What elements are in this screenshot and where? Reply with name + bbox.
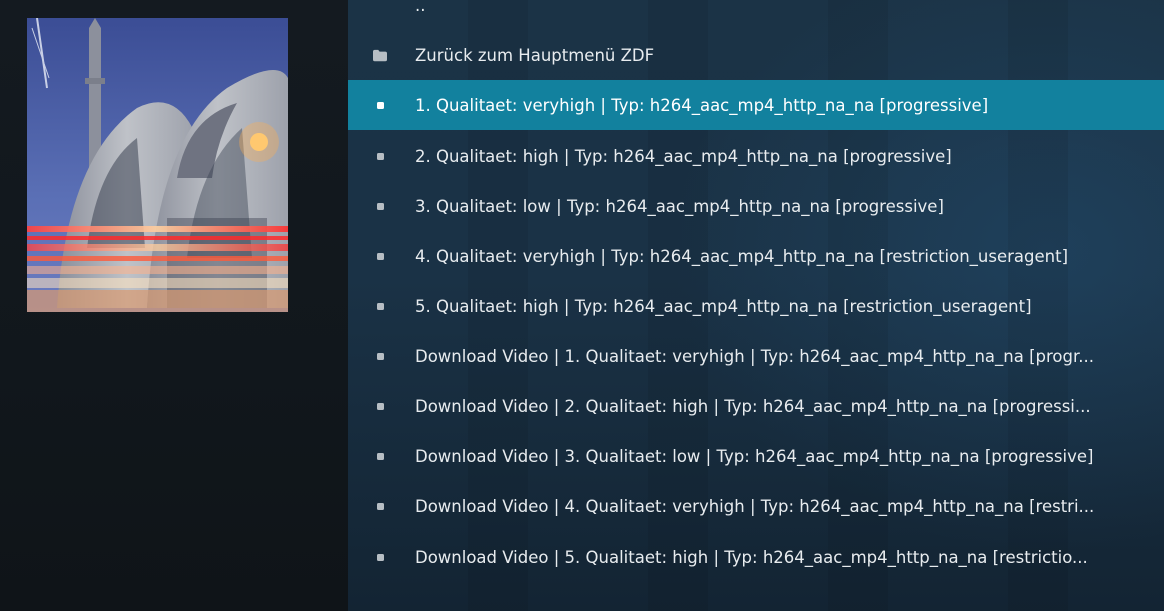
list-item-label: 4. Qualitaet: veryhigh | Typ: h264_aac_m… (415, 246, 1069, 266)
bullet-icon (373, 399, 387, 413)
bullet-icon (373, 449, 387, 463)
list-item-label: Download Video | 2. Qualitaet: high | Ty… (415, 396, 1091, 416)
list-item-download-4[interactable]: Download Video | 4. Qualitaet: veryhigh … (348, 481, 1164, 531)
thumbnail-image (27, 18, 288, 312)
list-item-quality-3[interactable]: 3. Qualitaet: low | Typ: h264_aac_mp4_ht… (348, 181, 1164, 231)
bullet-icon (373, 98, 387, 112)
bullet-icon (373, 149, 387, 163)
list-item-download-3[interactable]: Download Video | 3. Qualitaet: low | Typ… (348, 431, 1164, 481)
bullet-icon (373, 499, 387, 513)
bullet-icon (373, 349, 387, 363)
bullet-icon (373, 199, 387, 213)
list-item-download-5[interactable]: Download Video | 5. Qualitaet: high | Ty… (348, 532, 1164, 582)
list-item-parent[interactable]: .. (348, 0, 1164, 30)
file-list: .. Zurück zum Hauptmenü ZDF 1. Qualitaet… (348, 0, 1164, 611)
bullet-icon (373, 299, 387, 313)
list-item-back-to-main-menu[interactable]: Zurück zum Hauptmenü ZDF (348, 30, 1164, 80)
list-item-label: Zurück zum Hauptmenü ZDF (415, 45, 655, 65)
list-item-quality-1[interactable]: 1. Qualitaet: veryhigh | Typ: h264_aac_m… (348, 80, 1164, 130)
bullet-icon (373, 249, 387, 263)
list-item-quality-2[interactable]: 2. Qualitaet: high | Typ: h264_aac_mp4_h… (348, 131, 1164, 181)
list-item-label: 1. Qualitaet: veryhigh | Typ: h264_aac_m… (415, 95, 989, 115)
list-item-download-2[interactable]: Download Video | 2. Qualitaet: high | Ty… (348, 381, 1164, 431)
list-item-label: Download Video | 4. Qualitaet: veryhigh … (415, 496, 1095, 516)
info-panel (0, 0, 348, 611)
list-item-label: 3. Qualitaet: low | Typ: h264_aac_mp4_ht… (415, 196, 944, 216)
list-item-quality-5[interactable]: 5. Qualitaet: high | Typ: h264_aac_mp4_h… (348, 281, 1164, 331)
list-item-label: Download Video | 3. Qualitaet: low | Typ… (415, 446, 1094, 466)
folder-icon (373, 48, 387, 62)
kodi-screen: .. Zurück zum Hauptmenü ZDF 1. Qualitaet… (0, 0, 1164, 611)
list-item-label: Download Video | 1. Qualitaet: veryhigh … (415, 346, 1094, 366)
bullet-icon (373, 550, 387, 564)
list-item-label: 2. Qualitaet: high | Typ: h264_aac_mp4_h… (415, 146, 952, 166)
list-item-label: Download Video | 5. Qualitaet: high | Ty… (415, 547, 1088, 567)
list-item-quality-4[interactable]: 4. Qualitaet: veryhigh | Typ: h264_aac_m… (348, 231, 1164, 281)
list-item-label: 5. Qualitaet: high | Typ: h264_aac_mp4_h… (415, 296, 1032, 316)
list-item-download-1[interactable]: Download Video | 1. Qualitaet: veryhigh … (348, 331, 1164, 381)
list-item-label: .. (415, 0, 426, 15)
